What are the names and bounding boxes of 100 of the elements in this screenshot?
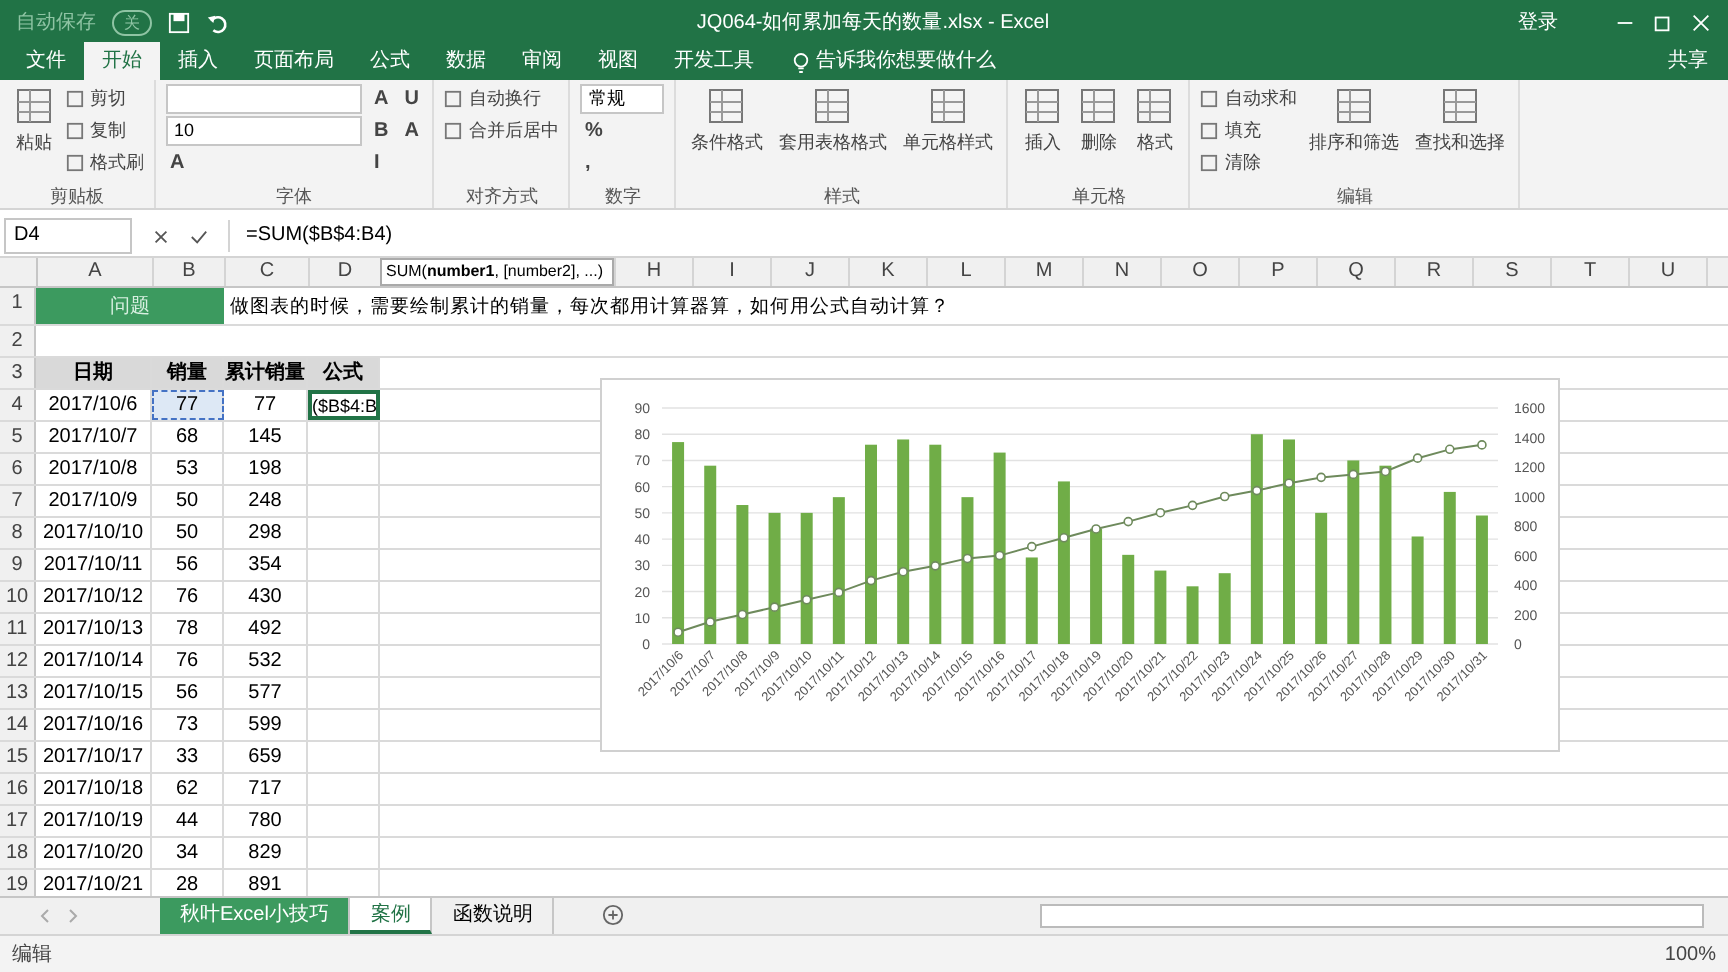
- format-button[interactable]: A: [166, 148, 362, 178]
- row-header[interactable]: 13: [0, 678, 36, 708]
- ribbon-button[interactable]: 清除: [1200, 148, 1297, 178]
- format-button[interactable]: ,: [580, 148, 665, 178]
- table-cell: 2017/10/20: [36, 838, 152, 868]
- column-header[interactable]: J: [772, 258, 850, 286]
- share-button[interactable]: 共享: [1648, 46, 1728, 80]
- column-header[interactable]: K: [850, 258, 928, 286]
- row-header[interactable]: 4: [0, 390, 36, 420]
- row-header[interactable]: 8: [0, 518, 36, 548]
- ribbon-button[interactable]: 查找和选择: [1410, 84, 1509, 184]
- column-header[interactable]: I: [694, 258, 772, 286]
- ribbon-button[interactable]: 合并后居中: [444, 116, 559, 146]
- ribbon-button[interactable]: 自动求和: [1200, 84, 1297, 114]
- table-cell: 780: [224, 806, 308, 836]
- row-header[interactable]: 14: [0, 710, 36, 740]
- format-button[interactable]: B: [370, 116, 393, 146]
- column-header[interactable]: B: [154, 258, 226, 286]
- row-header[interactable]: 7: [0, 486, 36, 516]
- column-header[interactable]: M: [1006, 258, 1084, 286]
- dropdown-field[interactable]: 10: [166, 116, 362, 146]
- ribbon-tab[interactable]: 开始: [84, 42, 160, 80]
- column-header[interactable]: L: [928, 258, 1006, 286]
- ribbon-button[interactable]: 自动换行: [444, 84, 559, 114]
- ribbon-button[interactable]: 填充: [1200, 116, 1297, 146]
- bar: [1090, 528, 1103, 644]
- formula-field[interactable]: =SUM($B$4:B4): [228, 220, 1728, 252]
- column-header[interactable]: P: [1240, 258, 1318, 286]
- column-header[interactable]: C: [226, 258, 310, 286]
- ribbon-tab[interactable]: 视图: [580, 42, 656, 80]
- sign-in-link[interactable]: 登录: [1518, 8, 1558, 36]
- restore-icon[interactable]: [1652, 11, 1674, 33]
- cancel-icon[interactable]: [152, 227, 170, 245]
- column-header[interactable]: Q: [1318, 258, 1396, 286]
- ribbon-button[interactable]: 格式: [1130, 84, 1179, 184]
- format-button[interactable]: I: [370, 148, 393, 178]
- column-header[interactable]: N: [1084, 258, 1162, 286]
- row-header[interactable]: 1: [0, 288, 36, 324]
- format-button[interactable]: A: [370, 84, 393, 114]
- ribbon-tab[interactable]: 文件: [8, 42, 84, 80]
- ribbon-tab[interactable]: 插入: [160, 42, 236, 80]
- format-button[interactable]: %: [580, 116, 665, 146]
- column-title: 累计销量: [224, 358, 308, 388]
- sheet-tab[interactable]: 案例: [350, 898, 433, 934]
- ribbon-tab[interactable]: 数据: [428, 42, 504, 80]
- row-header[interactable]: 12: [0, 646, 36, 676]
- row-header[interactable]: 19: [0, 870, 36, 896]
- row-header[interactable]: 6: [0, 454, 36, 484]
- ribbon-button[interactable]: 条件格式: [686, 84, 767, 184]
- ribbon-button[interactable]: 套用表格格式: [774, 84, 891, 184]
- ribbon-tab[interactable]: 公式: [352, 42, 428, 80]
- format-button[interactable]: A: [400, 116, 423, 146]
- undo-icon[interactable]: [206, 11, 228, 33]
- ribbon-button[interactable]: 插入: [1018, 84, 1067, 184]
- function-tooltip: SUM(number1, [number2], ...): [380, 258, 614, 286]
- tell-me-field[interactable]: 告诉我你想要做什么: [816, 46, 1648, 80]
- ribbon-tab[interactable]: 审阅: [504, 42, 580, 80]
- column-header[interactable]: T: [1552, 258, 1630, 286]
- dropdown-field[interactable]: 常规: [580, 84, 665, 114]
- column-header[interactable]: U: [1630, 258, 1708, 286]
- row-header[interactable]: 18: [0, 838, 36, 868]
- dropdown-field[interactable]: [166, 84, 362, 114]
- table-cell: 2017/10/19: [36, 806, 152, 836]
- column-header[interactable]: R: [1396, 258, 1474, 286]
- close-icon[interactable]: [1690, 11, 1712, 33]
- ribbon-button[interactable]: 粘贴: [10, 84, 58, 184]
- sheet-tab[interactable]: 秋叶Excel小技巧: [160, 898, 351, 934]
- column-header[interactable]: S: [1474, 258, 1552, 286]
- format-button[interactable]: U: [400, 84, 423, 114]
- ribbon-tab[interactable]: 开发工具: [656, 42, 772, 80]
- add-sheet-icon[interactable]: [602, 904, 625, 926]
- ribbon-button[interactable]: 单元格样式: [898, 84, 997, 184]
- row-header[interactable]: 10: [0, 582, 36, 612]
- square-icon: [66, 122, 84, 140]
- ribbon-button[interactable]: 剪切: [66, 84, 144, 114]
- row-header[interactable]: 9: [0, 550, 36, 580]
- row-header[interactable]: 16: [0, 774, 36, 804]
- column-title: 日期: [36, 358, 152, 388]
- ribbon-button[interactable]: 排序和筛选: [1304, 84, 1403, 184]
- column-header[interactable]: H: [616, 258, 694, 286]
- row-header[interactable]: 3: [0, 358, 36, 388]
- column-header[interactable]: O: [1162, 258, 1240, 286]
- row-header[interactable]: 5: [0, 422, 36, 452]
- save-icon[interactable]: [168, 11, 190, 33]
- table-cell: 2017/10/9: [36, 486, 152, 516]
- table-cell: 2017/10/11: [36, 550, 152, 580]
- ribbon-tab[interactable]: 页面布局: [236, 42, 352, 80]
- horizontal-scrollbar[interactable]: [1040, 904, 1704, 928]
- row-header[interactable]: 15: [0, 742, 36, 772]
- zoom-level[interactable]: 100%: [1664, 943, 1716, 965]
- row-header[interactable]: 11: [0, 614, 36, 644]
- table-cell: 430: [224, 582, 308, 612]
- check-icon[interactable]: [190, 227, 208, 245]
- ribbon-button[interactable]: 格式刷: [66, 148, 144, 178]
- ribbon-button[interactable]: 复制: [66, 116, 144, 146]
- name-box[interactable]: D4: [4, 218, 132, 254]
- ribbon-button[interactable]: 删除: [1074, 84, 1123, 184]
- column-header[interactable]: A: [38, 258, 154, 286]
- row-header[interactable]: 17: [0, 806, 36, 836]
- row-header[interactable]: 2: [0, 326, 36, 356]
